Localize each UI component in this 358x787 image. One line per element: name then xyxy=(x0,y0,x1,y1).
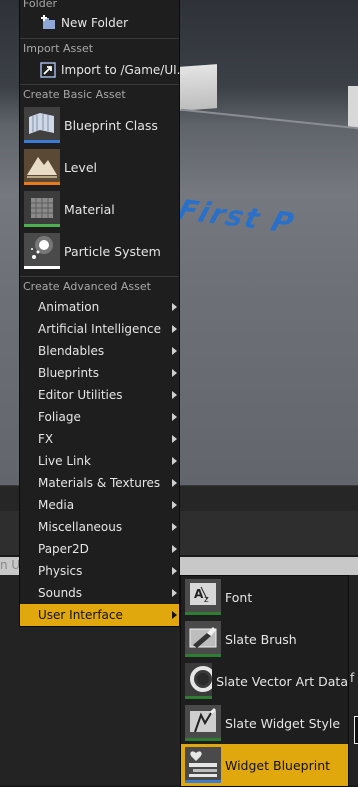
submenu-arrow-icon xyxy=(172,501,177,509)
category-materials-textures[interactable]: Materials & Textures xyxy=(20,472,179,494)
slate-vector-art-data-menu-item[interactable]: Slate Vector Art Data xyxy=(181,660,348,702)
category-label: Blueprints xyxy=(38,366,100,380)
slate-vector-art-data-label: Slate Vector Art Data xyxy=(216,673,348,689)
submenu-arrow-icon xyxy=(172,611,177,619)
viewport-floor-text: First P xyxy=(173,193,300,240)
level-menu-item[interactable]: Level xyxy=(20,146,179,188)
category-animation[interactable]: Animation xyxy=(20,296,179,318)
slate-brush-icon xyxy=(185,621,221,657)
background-box xyxy=(354,716,358,744)
category-live-link[interactable]: Live Link xyxy=(20,450,179,472)
category-media[interactable]: Media xyxy=(20,494,179,516)
font-label: Font xyxy=(225,589,253,605)
category-editor-utilities[interactable]: Editor Utilities xyxy=(20,384,179,406)
level-icon xyxy=(24,149,60,185)
slate-brush-menu-item[interactable]: Slate Brush xyxy=(181,618,348,660)
font-menu-item[interactable]: A z Font xyxy=(181,576,348,618)
category-label: Animation xyxy=(38,300,100,314)
particle-system-menu-item[interactable]: Particle System xyxy=(20,230,179,272)
category-label: Miscellaneous xyxy=(38,520,123,534)
add-new-context-menu: Folder New Folder Import Asset Import to… xyxy=(19,0,188,627)
new-folder-menu-item[interactable]: New Folder xyxy=(20,12,179,34)
category-blendables[interactable]: Blendables xyxy=(20,340,179,362)
submenu-arrow-icon xyxy=(172,303,177,311)
background-text-fragment: f xyxy=(350,671,355,685)
blueprint-class-menu-item[interactable]: Blueprint Class xyxy=(20,104,179,146)
blueprint-class-label: Blueprint Class xyxy=(64,117,158,133)
category-label: FX xyxy=(38,432,54,446)
submenu-arrow-icon xyxy=(172,391,177,399)
category-label: Materials & Textures xyxy=(38,476,161,490)
submenu-arrow-icon xyxy=(172,545,177,553)
viewport-cube-2 xyxy=(348,86,358,128)
section-create-basic-asset: Create Basic Asset xyxy=(23,88,126,101)
category-label: Live Link xyxy=(38,454,91,468)
new-folder-label: New Folder xyxy=(61,16,129,30)
section-folder: Folder xyxy=(23,0,57,10)
category-miscellaneous[interactable]: Miscellaneous xyxy=(20,516,179,538)
slate-widget-style-menu-item[interactable]: Slate Widget Style xyxy=(181,702,348,744)
user-interface-submenu: A z Font Slate Brush Slate Vector Art Da… xyxy=(180,575,349,787)
import-label: Import to /Game/UI... xyxy=(61,63,189,77)
font-icon: A z xyxy=(185,579,221,615)
category-label: Artificial Intelligence xyxy=(38,322,161,336)
particle-system-icon xyxy=(24,233,60,269)
svg-text:z: z xyxy=(204,595,209,605)
submenu-arrow-icon xyxy=(172,567,177,575)
submenu-arrow-icon xyxy=(172,325,177,333)
blueprint-class-icon xyxy=(24,107,60,143)
menu-divider xyxy=(20,38,179,39)
import-menu-item[interactable]: Import to /Game/UI... xyxy=(20,59,188,81)
category-label: Editor Utilities xyxy=(38,388,123,402)
widget-blueprint-menu-item[interactable]: Widget Blueprint xyxy=(181,744,348,786)
menu-divider xyxy=(20,84,179,85)
submenu-arrow-icon xyxy=(172,479,177,487)
submenu-arrow-icon xyxy=(172,347,177,355)
category-label: Foliage xyxy=(38,410,81,424)
slate-widget-style-label: Slate Widget Style xyxy=(225,715,341,731)
category-artificial-intelligence[interactable]: Artificial Intelligence xyxy=(20,318,179,340)
viewport-floor-edge xyxy=(180,108,358,130)
material-icon xyxy=(24,191,60,227)
category-label: Media xyxy=(38,498,75,512)
category-foliage[interactable]: Foliage xyxy=(20,406,179,428)
category-label: Physics xyxy=(38,564,83,578)
material-label: Material xyxy=(64,201,115,217)
import-icon xyxy=(40,62,56,78)
menu-divider xyxy=(20,276,179,277)
submenu-arrow-icon xyxy=(172,435,177,443)
section-import-asset: Import Asset xyxy=(23,42,94,55)
slate-widget-style-icon xyxy=(185,705,221,741)
section-create-advanced-asset: Create Advanced Asset xyxy=(23,280,151,293)
submenu-arrow-icon xyxy=(172,457,177,465)
submenu-arrow-icon xyxy=(172,369,177,377)
category-label: User Interface xyxy=(38,608,123,622)
slate-brush-label: Slate Brush xyxy=(225,631,297,647)
submenu-arrow-icon xyxy=(172,413,177,421)
submenu-arrow-icon xyxy=(172,523,177,531)
widget-blueprint-label: Widget Blueprint xyxy=(225,757,331,773)
material-menu-item[interactable]: Material xyxy=(20,188,179,230)
category-label: Paper2D xyxy=(38,542,89,556)
category-user-interface[interactable]: User Interface xyxy=(20,604,179,626)
slate-vector-art-icon xyxy=(185,663,213,699)
category-paper2d[interactable]: Paper2D xyxy=(20,538,179,560)
category-sounds[interactable]: Sounds xyxy=(20,582,179,604)
category-fx[interactable]: FX xyxy=(20,428,179,450)
widget-blueprint-icon xyxy=(185,747,221,783)
submenu-arrow-icon xyxy=(172,589,177,597)
level-label: Level xyxy=(64,159,97,175)
new-folder-icon xyxy=(40,15,56,31)
category-blueprints[interactable]: Blueprints xyxy=(20,362,179,384)
category-physics[interactable]: Physics xyxy=(20,560,179,582)
category-label: Sounds xyxy=(38,586,83,600)
particle-system-label: Particle System xyxy=(64,243,161,259)
category-label: Blendables xyxy=(38,344,105,358)
